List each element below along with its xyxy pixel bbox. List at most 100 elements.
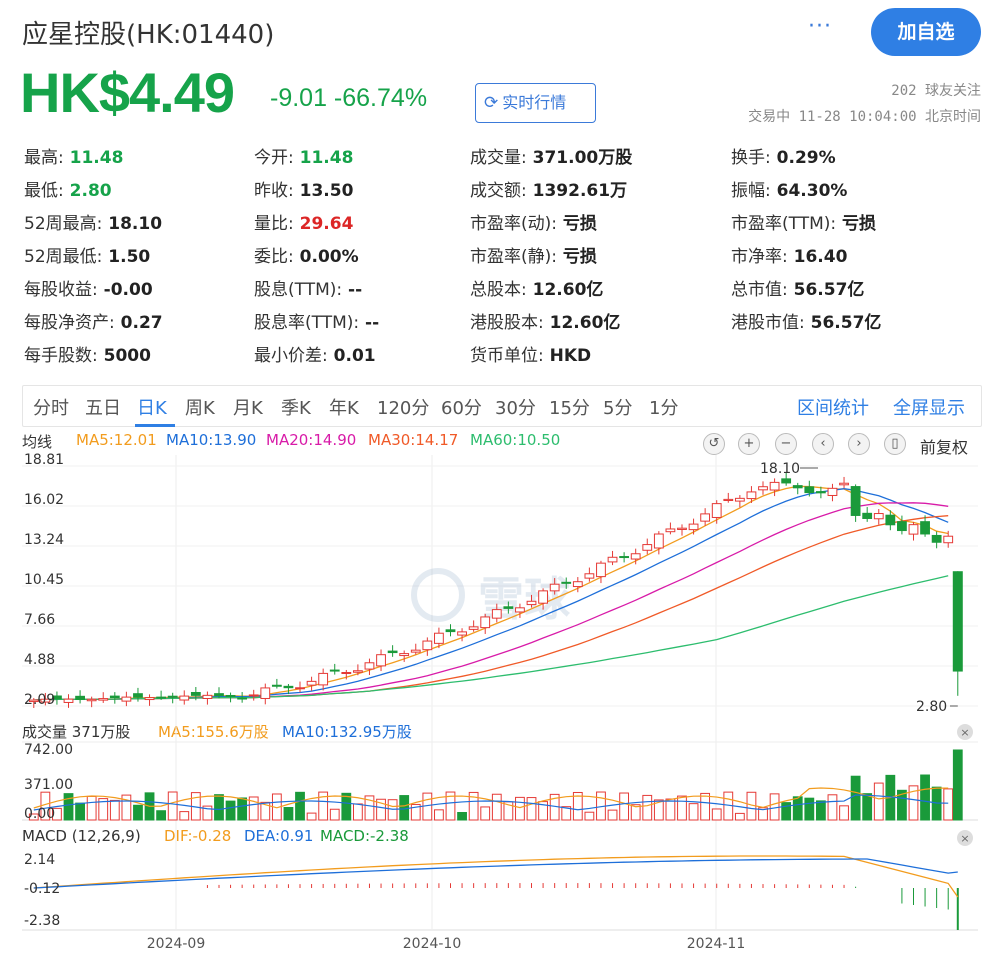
volume-bar: [839, 805, 849, 821]
candle-body: [260, 687, 271, 699]
candle-body: [746, 491, 757, 500]
volume-tick-label: 371.00: [24, 777, 73, 793]
candle-body: [399, 653, 410, 657]
candle-body: [283, 685, 294, 689]
volume-bar: [850, 775, 861, 821]
volume-bar: [491, 793, 502, 821]
candle-body: [121, 696, 132, 702]
candle-body: [688, 523, 699, 531]
candle-body: [827, 487, 838, 496]
volume-bar: [515, 796, 525, 821]
volume-tick-label: 0.00: [24, 806, 55, 822]
candle-body: [897, 521, 907, 532]
candle-body: [364, 662, 375, 670]
candle-body: [734, 497, 745, 502]
candle-body: [248, 694, 259, 697]
candle-body: [549, 583, 560, 592]
candle-body: [619, 556, 630, 559]
volume-bar: [862, 793, 873, 821]
candle-body: [758, 486, 768, 491]
volume-bar: [943, 788, 954, 821]
candle-body: [850, 486, 861, 516]
candle-body: [434, 632, 444, 644]
volume-bar: [86, 795, 97, 821]
price-tick-label: 13.24: [24, 532, 64, 548]
close-macd-icon[interactable]: ×: [957, 830, 973, 846]
candle-body: [769, 481, 780, 491]
candle-body: [271, 684, 282, 687]
svg-text:×: ×: [960, 726, 969, 739]
candle-body: [329, 669, 340, 672]
candle-body: [538, 590, 548, 604]
volume-bar: [607, 809, 618, 821]
candle-body: [480, 616, 491, 629]
candle-body: [445, 629, 456, 633]
macd-tick-label: -0.12: [24, 881, 60, 897]
volume-bar: [457, 812, 467, 821]
candle-body: [225, 694, 236, 697]
candle-body: [804, 486, 815, 494]
candle-body: [202, 694, 213, 699]
candle-body: [515, 607, 525, 613]
candle-body: [63, 698, 74, 703]
candle-body: [596, 562, 606, 578]
candle-body: [700, 513, 711, 522]
candle-body: [156, 696, 167, 699]
volume-bar: [642, 794, 653, 821]
candle-body: [376, 654, 386, 667]
volume-bar: [283, 807, 294, 821]
price-tick-label: 7.66: [24, 612, 55, 628]
macd-tick-label: -2.38: [24, 913, 60, 929]
volume-bar: [434, 809, 444, 821]
candle-body: [943, 535, 954, 544]
volume-bar: [179, 811, 190, 821]
macd-panel: [33, 855, 959, 930]
kline-chart[interactable]: 雪球 2024-09 2024-10 2024-1118.8116.0213.241…: [0, 0, 993, 955]
candle-body: [873, 513, 884, 520]
volume-bar: [109, 799, 120, 821]
volume-bar: [665, 798, 676, 821]
candle-body: [179, 695, 190, 701]
candle-body: [584, 573, 595, 579]
candle-body: [503, 606, 514, 609]
candle-body: [86, 698, 97, 702]
candle-body: [75, 695, 85, 701]
volume-bar: [700, 792, 711, 821]
candle-body: [341, 672, 352, 675]
volume-bars: [28, 749, 963, 821]
price-tick-label: 4.88: [24, 652, 55, 668]
candle-body: [109, 695, 120, 699]
candle-body: [387, 650, 398, 654]
volume-bar: [295, 791, 305, 821]
volume-bar: [225, 800, 236, 821]
volume-bar: [952, 749, 963, 821]
volume-bar: [677, 795, 687, 821]
candle-body: [839, 482, 849, 486]
x-tick-label: 2024-09: [147, 936, 206, 952]
volume-bar: [306, 812, 317, 821]
volume-bar: [584, 811, 595, 821]
candle-body: [318, 672, 329, 686]
volume-bar: [920, 774, 930, 821]
candle-body: [352, 670, 363, 673]
volume-bar: [827, 794, 838, 821]
dea-line: [33, 858, 958, 889]
volume-bar: [873, 782, 884, 821]
close-vol-icon[interactable]: ×: [957, 724, 973, 740]
candle-body: [653, 533, 664, 549]
volume-bar: [711, 808, 722, 821]
candle-body: [815, 491, 826, 494]
candle-body: [144, 697, 155, 701]
candle-body: [677, 527, 687, 530]
volume-bar: [214, 794, 224, 821]
volume-bar: [688, 803, 699, 821]
candle-body: [920, 521, 930, 535]
volume-bar: [167, 791, 178, 821]
volume-bar: [804, 797, 815, 821]
volume-bar: [156, 810, 167, 821]
price-tick-label: 16.02: [24, 492, 64, 508]
volume-bar: [329, 808, 340, 821]
candle-body: [630, 553, 641, 560]
x-tick-label: 2024-11: [687, 936, 746, 952]
candle-body: [468, 626, 479, 630]
